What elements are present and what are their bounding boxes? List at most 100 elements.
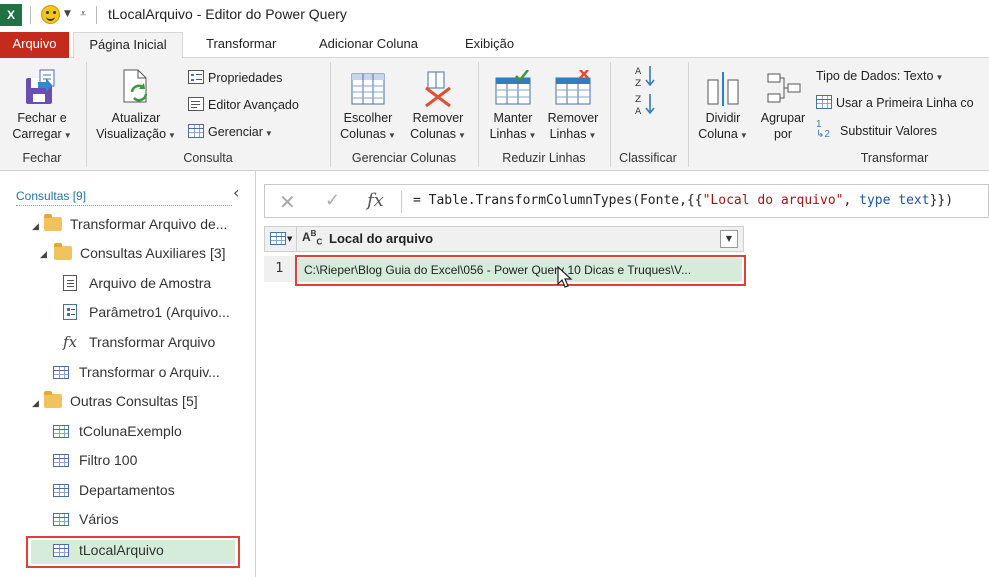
svg-text:A: A (635, 67, 642, 77)
window-title: tLocalArquivo - Editor do Power Query (108, 6, 347, 22)
remove-rows-button[interactable]: Remover Linhas ▼ (542, 64, 604, 148)
close-load-button[interactable]: Fechar e Carregar ▼ (4, 64, 80, 148)
sort-descending-icon: Z A (635, 94, 655, 117)
folder-icon (44, 214, 62, 231)
tab-transformar[interactable]: Transformar (194, 32, 288, 58)
tab-adicionar-coluna[interactable]: Adicionar Coluna (307, 32, 430, 58)
properties-icon (188, 70, 204, 84)
group-separator (86, 62, 87, 167)
parameter-icon (63, 304, 77, 320)
query-folder[interactable]: Consultas Auxiliares [3] (54, 240, 226, 266)
table-icon (53, 454, 69, 467)
refresh-preview-label: Atualizar Visualização ▼ (96, 111, 176, 141)
remove-columns-button[interactable]: Remover Colunas ▼ (404, 64, 472, 148)
query-item[interactable]: Vários (53, 506, 119, 532)
query-item[interactable]: Parâmetro1 (Arquivo... (63, 299, 230, 325)
tab-arquivo[interactable]: Arquivo (0, 32, 69, 58)
choose-columns-button[interactable]: Escolher Colunas ▼ (334, 64, 402, 148)
sort-ascending-button[interactable]: A Z (634, 64, 656, 89)
mouse-cursor-icon (557, 266, 573, 288)
svg-text:Z: Z (635, 95, 641, 105)
expand-arrow-icon[interactable]: ◢ (32, 222, 39, 232)
query-folder[interactable]: Transformar Arquivo de... (44, 211, 227, 237)
grid-corner-menu[interactable]: ▼ (265, 227, 297, 251)
group-label-gerenciar-colunas: Gerenciar Colunas (351, 151, 457, 165)
remove-columns-label: Remover Colunas ▼ (410, 111, 466, 141)
remove-rows-icon (555, 70, 591, 105)
split-column-button[interactable]: Dividir Coluna ▼ (690, 64, 756, 148)
formula-input[interactable]: = Table.TransformColumnTypes(Fonte,{{"Lo… (413, 193, 953, 208)
tab-exibicao[interactable]: Exibição (453, 32, 526, 58)
title-separator (30, 6, 31, 24)
formula-separator (401, 191, 402, 213)
keep-rows-label: Manter Linhas ▼ (489, 111, 537, 141)
smiley-icon[interactable] (41, 5, 60, 24)
sort-ascending-icon: A Z (635, 66, 655, 89)
manage-table-icon (188, 124, 204, 138)
query-item[interactable]: Arquivo de Amostra (63, 270, 211, 296)
smiley-caret-icon[interactable]: ▼ (64, 9, 71, 19)
folder-icon (54, 243, 72, 260)
group-label-reduzir-linhas: Reduzir Linhas (502, 151, 586, 165)
cell-highlight-outline (295, 255, 746, 286)
tab-pagina-inicial[interactable]: Página Inicial (73, 32, 183, 59)
function-icon: fx (63, 333, 78, 351)
group-by-button[interactable]: Agrupar por (754, 64, 812, 148)
excel-icon: X (0, 4, 22, 26)
keep-rows-button[interactable]: Manter Linhas ▼ (482, 64, 544, 148)
queries-header-underline (16, 205, 232, 206)
group-separator (330, 62, 331, 167)
query-item[interactable]: Filtro 100 (53, 447, 137, 473)
advanced-editor-button[interactable]: Editor Avançado (188, 95, 299, 115)
table-icon (53, 513, 69, 526)
use-first-row-button[interactable]: Usar a Primeira Linha co (816, 93, 974, 113)
column-type-icon[interactable]: ABC (302, 229, 322, 246)
choose-columns-icon (351, 73, 385, 105)
ribbon-tabs: Arquivo Página Inicial Transformar Adici… (0, 32, 989, 59)
remove-rows-label: Remover Linhas ▼ (547, 111, 599, 141)
split-column-label: Dividir Coluna ▼ (698, 111, 748, 141)
close-load-label: Fechar e Carregar ▼ (12, 111, 72, 141)
expand-arrow-icon[interactable]: ◢ (40, 250, 47, 260)
queries-header[interactable]: Consultas [9] (16, 189, 86, 203)
column-filter-icon[interactable]: ▼ (720, 230, 738, 248)
row-number: 1 (264, 256, 296, 282)
title-bar: X ▼ ⩡ tLocalArquivo - Editor do Power Qu… (0, 0, 989, 32)
group-label-consulta: Consulta (183, 151, 233, 165)
table-menu-caret-icon: ▼ (287, 235, 293, 243)
group-label-fechar: Fechar (22, 151, 62, 165)
quick-access-caret-icon[interactable]: ⩡ (80, 7, 86, 21)
query-item[interactable]: Transformar o Arquiv... (53, 359, 220, 385)
query-item-selected[interactable]: tLocalArquivo (53, 537, 164, 563)
svg-text:A: A (635, 107, 642, 116)
query-item[interactable]: Departamentos (53, 477, 175, 503)
table-icon (53, 366, 69, 379)
keep-rows-icon (495, 70, 531, 105)
cancel-formula-icon[interactable]: ✕ (279, 190, 296, 214)
query-item[interactable]: tColunaExemplo (53, 418, 182, 444)
group-separator (478, 62, 479, 167)
table-menu-icon (270, 232, 286, 245)
confirm-formula-icon[interactable]: ✓ (325, 190, 340, 211)
expand-arrow-icon[interactable]: ◢ (32, 399, 39, 409)
title-separator (96, 6, 97, 24)
column-header-local-arquivo[interactable]: Local do arquivo (329, 231, 433, 246)
replace-values-button[interactable]: 1 ↳2 Substituir Valores (816, 120, 937, 140)
manage-button[interactable]: Gerenciar ▼ (188, 122, 273, 142)
query-folder[interactable]: Outras Consultas [5] (44, 388, 198, 414)
folder-icon (44, 391, 62, 408)
first-row-icon (816, 95, 832, 109)
query-item[interactable]: fx Transformar Arquivo (63, 329, 215, 355)
sort-descending-button[interactable]: Z A (634, 92, 656, 117)
properties-button[interactable]: Propriedades (188, 68, 282, 88)
refresh-icon (123, 69, 148, 103)
ribbon: Fechar e Carregar ▼ Fechar Atualizar Visu… (0, 58, 989, 171)
refresh-preview-button[interactable]: Atualizar Visualização ▼ (90, 64, 182, 148)
data-type-button[interactable]: Tipo de Dados: Texto ▼ (816, 66, 943, 86)
group-label-transformar: Transformar (860, 151, 929, 165)
group-separator (688, 62, 689, 167)
collapse-pane-icon[interactable]: ‹ (233, 183, 239, 202)
remove-columns-icon (425, 71, 451, 108)
grid-header: ▼ ABC Local do arquivo ▼ (264, 226, 744, 252)
fx-icon[interactable]: fx (367, 190, 384, 211)
